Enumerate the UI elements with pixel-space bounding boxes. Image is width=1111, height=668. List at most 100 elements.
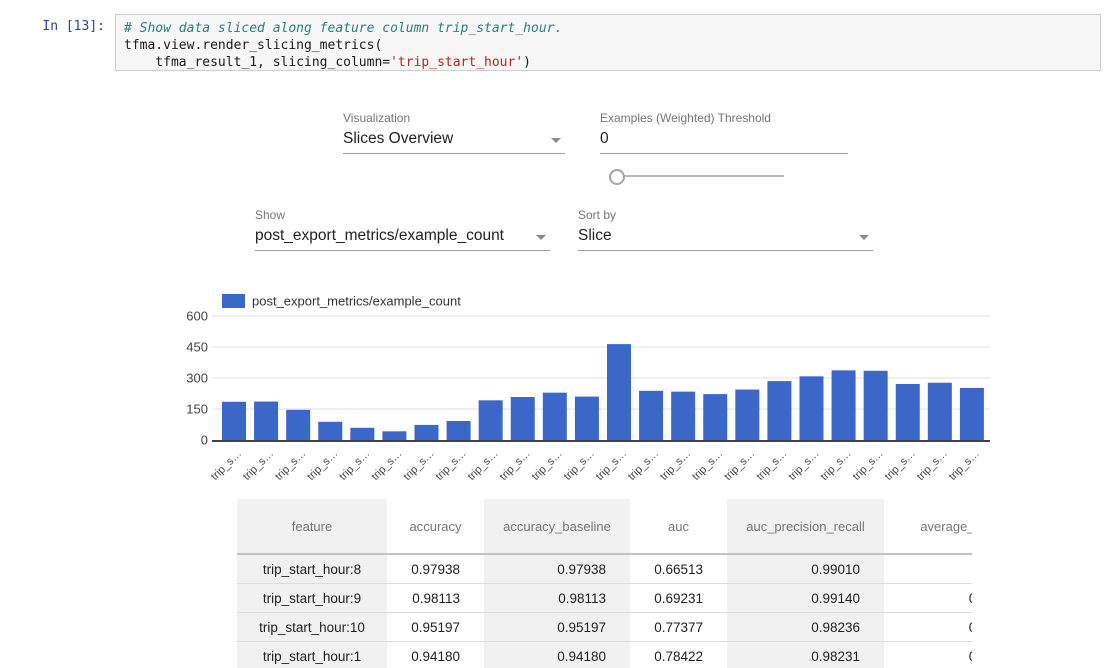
bar[interactable]	[575, 397, 599, 440]
bar[interactable]	[864, 371, 888, 440]
threshold-slider-handle[interactable]	[609, 169, 625, 185]
feature-cell: trip_start_hour:8	[237, 554, 387, 584]
x-axis-tick-label: trip_s…	[369, 448, 404, 483]
bar[interactable]	[639, 391, 663, 440]
bar[interactable]	[928, 383, 952, 440]
x-axis-tick-label: trip_s…	[754, 448, 789, 483]
sort-by-dropdown[interactable]: Slice	[578, 224, 873, 251]
bar[interactable]	[414, 425, 438, 440]
chevron-down-icon	[536, 235, 546, 240]
y-axis-tick-label: 450	[186, 340, 208, 355]
x-axis-tick-label: trip_s…	[337, 448, 372, 483]
metrics-table-container[interactable]: featureaccuracyaccuracy_baselineaucauc_p…	[237, 499, 972, 668]
chevron-down-icon	[551, 138, 561, 143]
bar-chart-canvas: 0150300450600trip_s…trip_s…trip_s…trip_s…	[0, 288, 1010, 488]
visualization-value: Slices Overview	[343, 130, 453, 148]
visualization-dropdown[interactable]: Slices Overview	[343, 127, 565, 154]
column-header[interactable]: auc	[630, 499, 727, 554]
sort-by-value: Slice	[578, 227, 612, 245]
x-axis-tick-label: trip_s…	[818, 448, 853, 483]
bar[interactable]	[671, 392, 695, 440]
column-header[interactable]: average_loss	[884, 499, 972, 554]
x-axis-tick-label: trip_s…	[626, 448, 661, 483]
x-axis-tick-label: trip_s…	[241, 448, 276, 483]
metric-cell: 0.99010	[727, 554, 884, 584]
bar[interactable]	[447, 421, 471, 440]
bar[interactable]	[735, 390, 759, 440]
visualization-label: Visualization	[343, 111, 410, 125]
cell-execution-prompt: In [13]:	[0, 19, 105, 34]
notebook-output-page: In [13]: # Show data sliced along featur…	[0, 0, 1111, 668]
x-axis-tick-label: trip_s…	[850, 448, 885, 483]
code-line-2: tfma.view.render_slicing_metrics(	[124, 38, 382, 53]
y-axis-tick-label: 150	[186, 402, 208, 417]
slices-bar-chart: 0150300450600trip_s…trip_s…trip_s…trip_s…	[0, 288, 1010, 488]
feature-cell: trip_start_hour:9	[237, 584, 387, 613]
column-header[interactable]: auc_precision_recall	[727, 499, 884, 554]
x-axis-tick-label: trip_s…	[209, 448, 244, 483]
metric-cell: 0.69231	[630, 584, 727, 613]
code-cell[interactable]: # Show data sliced along feature column …	[115, 14, 1101, 71]
x-axis-tick-label: trip_s…	[658, 448, 693, 483]
threshold-value: 0	[600, 130, 609, 148]
bar[interactable]	[286, 410, 310, 440]
bar[interactable]	[511, 397, 535, 440]
bar[interactable]	[382, 431, 406, 440]
table-row[interactable]: trip_start_hour:80.979380.979380.665130.…	[237, 554, 972, 584]
table-row[interactable]: trip_start_hour:100.951970.951970.773770…	[237, 613, 972, 642]
sort-by-label: Sort by	[578, 208, 616, 222]
metric-cell: 0.95197	[484, 613, 630, 642]
bar[interactable]	[607, 344, 631, 440]
x-axis-tick-label: trip_s…	[883, 448, 918, 483]
metric-cell: 0.97938	[484, 554, 630, 584]
x-axis-tick-label: trip_s…	[594, 448, 629, 483]
show-metric-dropdown[interactable]: post_export_metrics/example_count	[255, 224, 550, 251]
legend-swatch	[222, 294, 245, 308]
bar[interactable]	[543, 393, 567, 440]
x-axis-tick-label: trip_s…	[465, 448, 500, 483]
x-axis-tick-label: trip_s…	[722, 448, 757, 483]
bar[interactable]	[254, 402, 278, 440]
bar[interactable]	[350, 428, 374, 440]
show-metric-value: post_export_metrics/example_count	[255, 227, 504, 245]
x-axis-tick-label: trip_s…	[530, 448, 565, 483]
metric-cell: 0.97938	[387, 554, 484, 584]
feature-cell: trip_start_hour:1	[237, 642, 387, 668]
x-axis-tick-label: trip_s…	[915, 448, 950, 483]
code-line-3-string: 'trip_start_hour'	[390, 55, 523, 70]
legend-label: post_export_metrics/example_count	[252, 294, 461, 309]
metric-cell: 0.94180	[387, 642, 484, 668]
threshold-label: Examples (Weighted) Threshold	[600, 111, 771, 125]
bar[interactable]	[832, 370, 856, 440]
metric-cell: 0.98113	[484, 584, 630, 613]
x-axis-tick-label: trip_s…	[433, 448, 468, 483]
column-header[interactable]: accuracy	[387, 499, 484, 554]
threshold-slider-track[interactable]	[616, 175, 784, 177]
metric-cell: 0.95197	[387, 613, 484, 642]
metric-cell: 0.98236	[727, 613, 884, 642]
bar[interactable]	[222, 402, 246, 440]
y-axis-tick-label: 600	[186, 309, 208, 324]
metric-cell: 0.77377	[630, 613, 727, 642]
bar[interactable]	[960, 388, 984, 440]
bar[interactable]	[703, 394, 727, 440]
metric-cell: 0.1541	[884, 613, 972, 642]
table-row[interactable]: trip_start_hour:90.981130.981130.692310.…	[237, 584, 972, 613]
metric-cell: 0.1901	[884, 642, 972, 668]
feature-cell: trip_start_hour:10	[237, 613, 387, 642]
threshold-input[interactable]: 0	[600, 127, 848, 154]
bar[interactable]	[318, 422, 342, 440]
metric-cell: 0.78422	[630, 642, 727, 668]
metric-cell: 0.98231	[727, 642, 884, 668]
bar[interactable]	[799, 376, 823, 440]
bar[interactable]	[767, 381, 791, 440]
metric-cell: 0.66513	[630, 554, 727, 584]
bar[interactable]	[896, 384, 920, 440]
code-comment: # Show data sliced along feature column …	[124, 21, 562, 36]
code-line-3-end: )	[523, 55, 531, 70]
table-row[interactable]: trip_start_hour:10.941800.941800.784220.…	[237, 642, 972, 668]
bar[interactable]	[479, 400, 503, 440]
column-header[interactable]: feature	[237, 499, 387, 554]
y-axis-tick-label: 0	[201, 433, 208, 448]
column-header[interactable]: accuracy_baseline	[484, 499, 630, 554]
